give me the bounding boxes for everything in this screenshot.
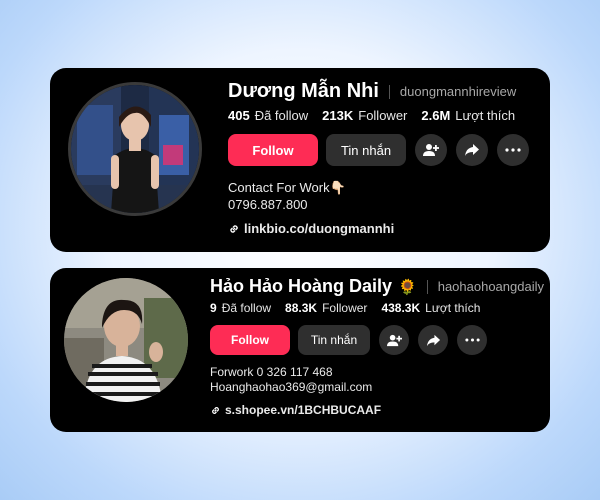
stat-label: Lượt thích	[455, 108, 516, 123]
stat-label: Follower	[322, 301, 368, 315]
sunflower-icon: 🌻	[398, 278, 417, 296]
divider	[388, 84, 390, 99]
message-button[interactable]: Tin nhắn	[298, 325, 370, 355]
stat-label: Đã follow	[221, 301, 272, 315]
add-friend-button[interactable]	[415, 134, 447, 166]
link-text[interactable]: linkbio.co/duongmannhi	[244, 221, 394, 236]
stat-value: 2.6M	[421, 108, 451, 123]
followers-stat[interactable]: 213K Follower	[322, 108, 407, 123]
profile-card: Hảo Hảo Hoàng Daily 🌻 haohaohoangdaily 9…	[50, 268, 550, 432]
stat-value: 405	[228, 108, 250, 123]
stat-value: 438.3K	[381, 301, 421, 315]
bio: Contact For Work👇🏻 0796.887.800	[228, 179, 346, 213]
stat-label: Follower	[358, 108, 408, 123]
more-options-button[interactable]	[457, 325, 487, 355]
share-icon	[426, 334, 440, 346]
bio-line: Hoanghaohao369@gmail.com	[210, 380, 373, 394]
add-friend-button[interactable]	[379, 325, 409, 355]
profile-card: Dương Mẫn Nhi duongmannhireview 405 Đã fo…	[50, 68, 550, 252]
followers-stat[interactable]: 88.3K Follower	[285, 301, 367, 315]
bio-link[interactable]: s.shopee.vn/1BCHBUCAAF	[210, 403, 381, 417]
message-button[interactable]: Tin nhắn	[326, 134, 406, 166]
bio: Forwork 0 326 117 468 Hoanghaohao369@gma…	[210, 365, 372, 395]
share-icon	[465, 144, 479, 156]
stat-value: 9	[210, 301, 217, 315]
stat-label: Lượt thích	[425, 301, 481, 315]
avatar[interactable]	[64, 278, 188, 402]
avatar[interactable]	[68, 82, 202, 216]
more-options-button[interactable]	[497, 134, 529, 166]
following-stat[interactable]: 9 Đã follow	[210, 301, 271, 315]
follow-button[interactable]: Follow	[210, 325, 290, 355]
stat-value: 213K	[322, 108, 354, 123]
display-name: Hảo Hảo Hoàng Daily	[210, 276, 393, 296]
follow-button[interactable]: Follow	[228, 134, 318, 166]
add-user-icon	[423, 144, 439, 156]
bio-line: Contact For Work👇🏻	[228, 180, 346, 195]
link-icon	[230, 224, 238, 233]
stat-value: 88.3K	[285, 301, 318, 315]
bio-line: Forwork 0 326 117 468	[210, 365, 333, 379]
bio-line: 0796.887.800	[228, 197, 308, 212]
share-button[interactable]	[418, 325, 448, 355]
likes-stat: 2.6M Lượt thích	[421, 108, 515, 123]
divider	[426, 279, 428, 294]
username: duongmannhireview	[399, 84, 517, 99]
following-stat[interactable]: 405 Đã follow	[228, 108, 308, 123]
bio-link[interactable]: linkbio.co/duongmannhi	[228, 221, 394, 236]
display-name: Dương Mẫn Nhi	[228, 80, 379, 102]
more-icon	[464, 338, 480, 342]
add-user-icon	[386, 334, 402, 346]
likes-stat: 438.3K Lượt thích	[381, 301, 480, 315]
username: haohaohoangdaily	[437, 279, 544, 294]
link-text[interactable]: s.shopee.vn/1BCHBUCAAF	[225, 403, 381, 417]
link-icon	[212, 406, 219, 414]
share-button[interactable]	[456, 134, 488, 166]
more-icon	[505, 148, 521, 152]
stat-label: Đã follow	[254, 108, 309, 123]
